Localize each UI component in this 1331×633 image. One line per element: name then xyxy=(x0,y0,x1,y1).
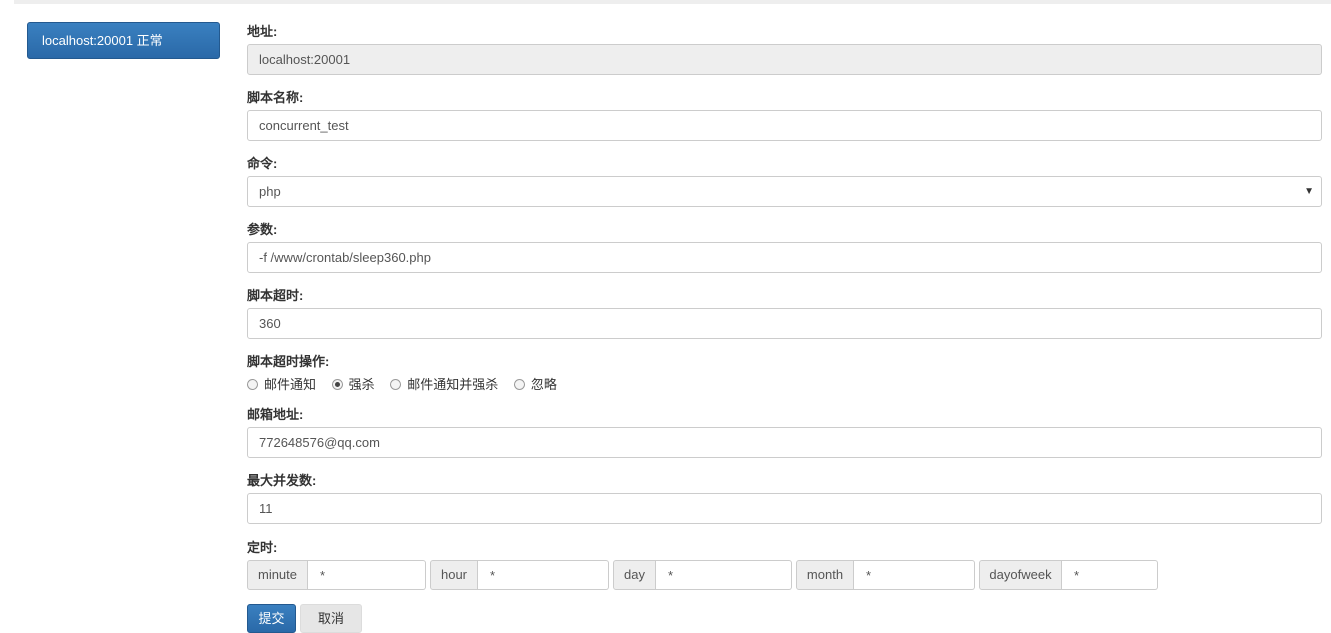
schedule-month-input[interactable] xyxy=(854,560,975,590)
submit-button[interactable]: 提交 xyxy=(247,604,296,633)
radio-label: 忽略 xyxy=(530,377,557,392)
caret-down-icon: ▼ xyxy=(1304,186,1314,197)
radio-unchecked-icon[interactable] xyxy=(513,379,525,390)
radio-email-notify[interactable]: 邮件通知 xyxy=(247,374,316,393)
radio-unchecked-icon[interactable] xyxy=(247,379,258,390)
radio-label: 邮件通知并强杀 xyxy=(407,377,499,392)
timeout-field[interactable] xyxy=(247,308,1322,339)
max-concurrency-field[interactable] xyxy=(247,493,1322,524)
max-concurrency-label: 最大并发数: xyxy=(247,473,317,488)
email-label: 邮箱地址: xyxy=(247,407,304,422)
radio-checked-icon[interactable] xyxy=(331,379,343,390)
params-field[interactable] xyxy=(247,242,1322,273)
schedule-dayofweek-input[interactable] xyxy=(1062,560,1158,590)
schedule-month-addon: month xyxy=(796,560,854,590)
email-field[interactable] xyxy=(247,427,1322,458)
command-selected-value: php xyxy=(259,184,281,199)
command-select[interactable]: php ▼ xyxy=(247,176,1322,207)
radio-label: 强杀 xyxy=(348,377,375,392)
radio-unchecked-icon[interactable] xyxy=(390,379,402,390)
cancel-button[interactable]: 取消 xyxy=(300,604,362,633)
timeout-label: 脚本超时: xyxy=(247,288,304,303)
script-name-label: 脚本名称: xyxy=(247,90,304,105)
radio-force-kill[interactable]: 强杀 xyxy=(331,374,375,393)
schedule-minute-addon: minute xyxy=(247,560,308,590)
schedule-label: 定时: xyxy=(247,540,278,555)
command-label: 命令: xyxy=(247,156,278,171)
radio-label: 邮件通知 xyxy=(264,377,317,392)
top-divider xyxy=(14,0,1331,4)
schedule-day-addon: day xyxy=(613,560,656,590)
schedule-minute-input[interactable] xyxy=(308,560,426,590)
params-label: 参数: xyxy=(247,222,278,237)
timeout-action-radio-group: 邮件通知 强杀 邮件通知并强杀 忽略 xyxy=(247,374,569,392)
radio-email-and-kill[interactable]: 邮件通知并强杀 xyxy=(390,374,498,393)
radio-ignore[interactable]: 忽略 xyxy=(513,374,557,393)
timeout-action-label: 脚本超时操作: xyxy=(247,354,330,369)
schedule-dayofweek-addon: dayofweek xyxy=(979,560,1062,590)
address-field[interactable] xyxy=(247,44,1322,75)
sidebar-item-server[interactable]: localhost:20001 正常 xyxy=(27,22,220,59)
schedule-hour-input[interactable] xyxy=(478,560,609,590)
schedule-hour-addon: hour xyxy=(430,560,478,590)
address-label: 地址: xyxy=(247,24,278,39)
script-name-field[interactable] xyxy=(247,110,1322,141)
schedule-day-input[interactable] xyxy=(656,560,792,590)
